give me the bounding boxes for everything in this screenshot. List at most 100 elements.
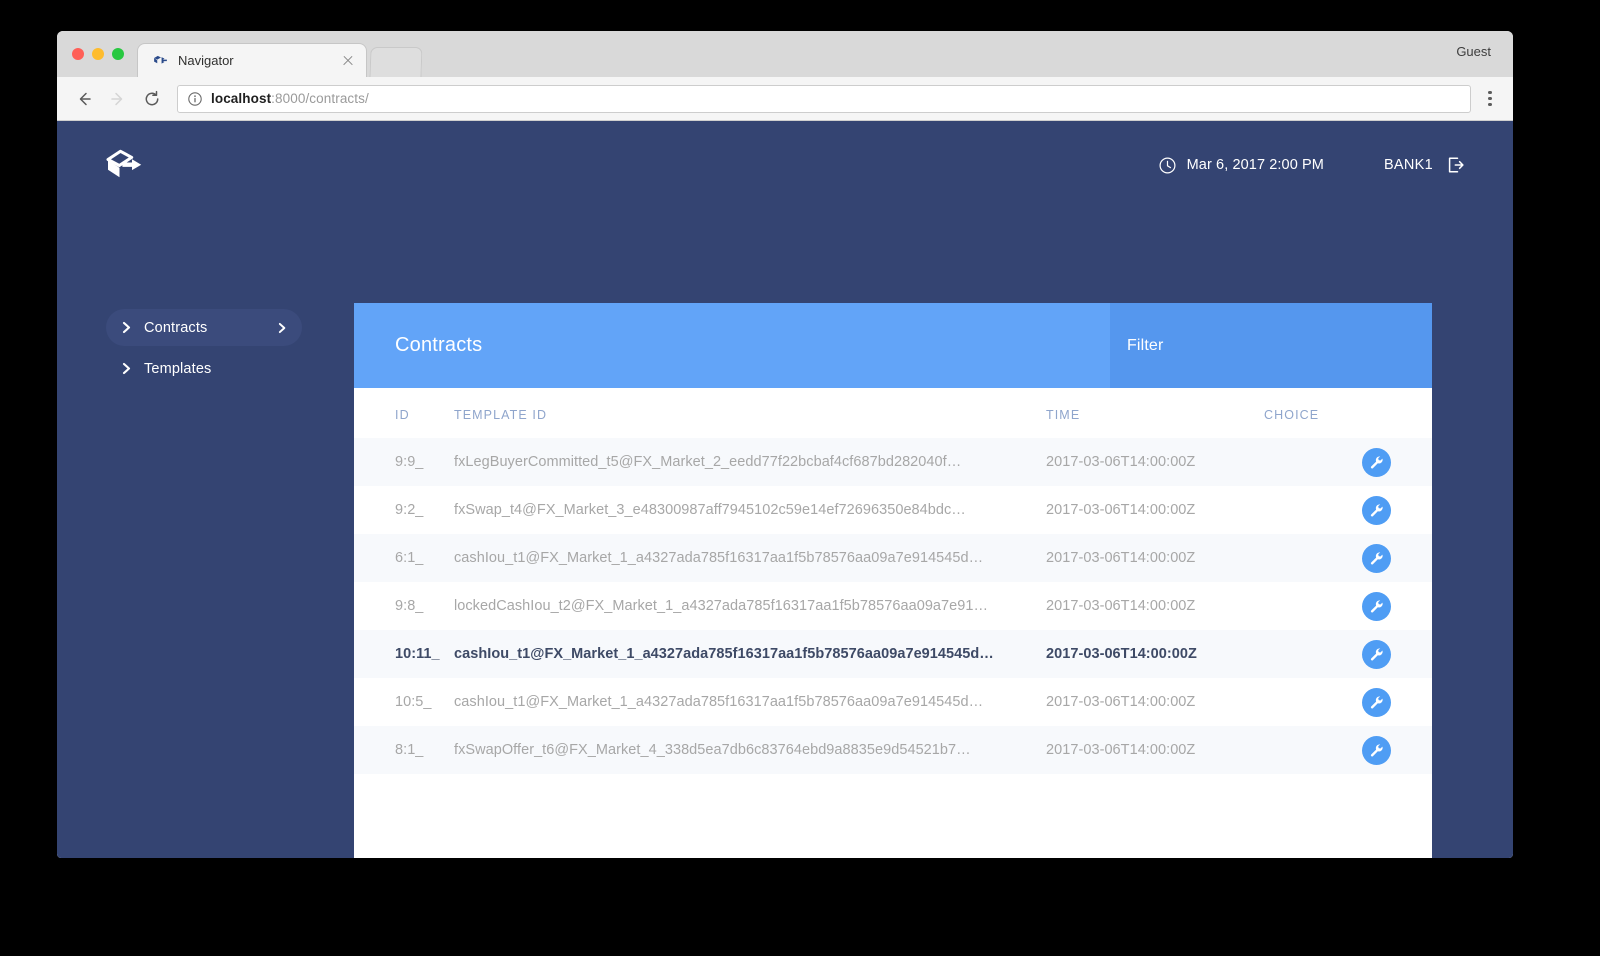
choice-button[interactable] bbox=[1362, 591, 1391, 621]
cell-contract-id: 9:9_ bbox=[395, 454, 424, 470]
cell-time: 2017-03-06T14:00:00Z bbox=[1046, 502, 1196, 518]
table-row[interactable]: 10:11_ cashIou_t1@FX_Market_1_a4327ada785… bbox=[354, 630, 1432, 678]
chevron-right-trailing-icon bbox=[278, 322, 286, 333]
cell-time: 2017-03-06T14:00:00Z bbox=[1046, 646, 1197, 662]
contracts-table: ID TEMPLATE ID TIME CHOICE 9:9_ fxLegBuye… bbox=[354, 388, 1432, 774]
cell-choice bbox=[1264, 438, 1432, 486]
table-row[interactable]: 9:2_ fxSwap_t4@FX_Market_3_e48300987aff79… bbox=[354, 486, 1432, 534]
choice-button[interactable] bbox=[1362, 447, 1391, 477]
sidebar-item-label: Contracts bbox=[144, 319, 208, 336]
screen: Navigator Guest localhost:8000/contracts… bbox=[0, 0, 1600, 956]
choice-button[interactable] bbox=[1362, 495, 1391, 525]
cell-template-id: fxSwapOffer_t6@FX_Market_4_338d5ea7db6c8… bbox=[454, 742, 971, 758]
cell-time: 2017-03-06T14:00:00Z bbox=[1046, 454, 1196, 470]
address-bar-url: localhost:8000/contracts/ bbox=[211, 91, 369, 106]
wrench-icon bbox=[1370, 503, 1383, 517]
cell-time: 2017-03-06T14:00:00Z bbox=[1046, 742, 1196, 758]
logout-icon[interactable] bbox=[1447, 156, 1465, 174]
choice-button[interactable] bbox=[1362, 735, 1391, 765]
current-datetime: Mar 6, 2017 2:00 PM bbox=[1186, 157, 1324, 173]
cell-template-id: fxLegBuyerCommitted_t5@FX_Market_2_eedd7… bbox=[454, 454, 962, 470]
column-header-template[interactable]: TEMPLATE ID bbox=[454, 388, 1046, 438]
table-row[interactable]: 9:9_ fxLegBuyerCommitted_t5@FX_Market_2_e… bbox=[354, 438, 1432, 486]
cell-time: 2017-03-06T14:00:00Z bbox=[1046, 598, 1196, 614]
window-traffic-lights bbox=[72, 48, 124, 60]
close-window-button[interactable] bbox=[72, 48, 84, 60]
address-bar[interactable]: localhost:8000/contracts/ bbox=[177, 84, 1471, 113]
sidebar-item-label: Templates bbox=[144, 360, 212, 377]
cell-template-id: cashIou_t1@FX_Market_1_a4327ada785f16317… bbox=[454, 694, 984, 710]
browser-tab-strip: Navigator Guest bbox=[57, 31, 1513, 77]
wrench-icon bbox=[1370, 455, 1383, 469]
back-arrow-icon[interactable] bbox=[69, 84, 99, 114]
cell-time: 2017-03-06T14:00:00Z bbox=[1046, 694, 1196, 710]
cell-template-id: lockedCashIou_t2@FX_Market_1_a4327ada785… bbox=[454, 598, 989, 614]
close-icon[interactable] bbox=[340, 53, 356, 69]
table-header-row: ID TEMPLATE ID TIME CHOICE bbox=[354, 388, 1432, 438]
forward-arrow-icon[interactable] bbox=[103, 84, 133, 114]
browser-tab-navigator[interactable]: Navigator bbox=[137, 43, 367, 77]
sidebar: Contracts Templates bbox=[106, 309, 302, 391]
column-header-id[interactable]: ID bbox=[354, 388, 454, 438]
info-circle-icon[interactable] bbox=[188, 91, 202, 106]
wrench-icon bbox=[1370, 647, 1383, 661]
table-row[interactable]: 6:1_ cashIou_t1@FX_Market_1_a4327ada785f1… bbox=[354, 534, 1432, 582]
table-body: 9:9_ fxLegBuyerCommitted_t5@FX_Market_2_e… bbox=[354, 438, 1432, 774]
cell-choice bbox=[1264, 678, 1432, 726]
navigator-logo bbox=[106, 149, 142, 178]
wrench-icon bbox=[1370, 743, 1383, 757]
choice-button[interactable] bbox=[1362, 687, 1391, 717]
column-header-choice[interactable]: CHOICE bbox=[1264, 388, 1432, 438]
browser-window: Navigator Guest localhost:8000/contracts… bbox=[57, 31, 1513, 858]
cell-contract-id: 8:1_ bbox=[395, 742, 424, 758]
current-party-label: BANK1 bbox=[1383, 157, 1433, 173]
contracts-panel-header: Contracts Include archived Frozen Filter bbox=[354, 303, 1432, 388]
cell-choice bbox=[1264, 534, 1432, 582]
browser-tab-placeholder[interactable] bbox=[369, 47, 423, 77]
wrench-icon bbox=[1370, 695, 1383, 709]
table-row[interactable]: 10:5_ cashIou_t1@FX_Market_1_a4327ada785f… bbox=[354, 678, 1432, 726]
navigator-logo-icon bbox=[154, 55, 167, 64]
cell-time: 2017-03-06T14:00:00Z bbox=[1046, 550, 1196, 566]
url-path: :8000/contracts/ bbox=[271, 91, 369, 106]
wrench-icon bbox=[1370, 551, 1383, 565]
cell-choice bbox=[1264, 726, 1432, 774]
cell-template-id: cashIou_t1@FX_Market_1_a4327ada785f16317… bbox=[454, 646, 994, 662]
header-status-group: Mar 6, 2017 2:00 PM BANK1 bbox=[1159, 156, 1465, 174]
sidebar-item-templates[interactable]: Templates bbox=[106, 350, 302, 387]
cell-contract-id: 6:1_ bbox=[395, 550, 424, 566]
column-header-time[interactable]: TIME bbox=[1046, 388, 1264, 438]
cell-template-id: fxSwap_t4@FX_Market_3_e48300987aff794510… bbox=[454, 502, 966, 518]
choice-button[interactable] bbox=[1362, 543, 1391, 573]
browser-toolbar: localhost:8000/contracts/ bbox=[57, 77, 1513, 121]
choice-button[interactable] bbox=[1362, 639, 1391, 669]
url-host: localhost bbox=[211, 91, 272, 106]
cell-choice bbox=[1264, 630, 1432, 678]
table-header: ID TEMPLATE ID TIME CHOICE bbox=[354, 388, 1432, 438]
cell-choice bbox=[1264, 582, 1432, 630]
table-row[interactable]: 8:1_ fxSwapOffer_t6@FX_Market_4_338d5ea7d… bbox=[354, 726, 1432, 774]
profile-guest-label[interactable]: Guest bbox=[1456, 44, 1491, 59]
maximize-window-button[interactable] bbox=[112, 48, 124, 60]
filter-pane[interactable]: Filter bbox=[1110, 303, 1432, 388]
contracts-panel: Contracts Include archived Frozen Filter bbox=[354, 303, 1432, 858]
sidebar-item-contracts[interactable]: Contracts bbox=[106, 309, 302, 346]
cell-template-id: cashIou_t1@FX_Market_1_a4327ada785f16317… bbox=[454, 550, 984, 566]
reload-icon[interactable] bbox=[137, 84, 167, 114]
chevron-right-icon bbox=[122, 321, 131, 334]
navigator-app: Mar 6, 2017 2:00 PM BANK1 Contracts Temp… bbox=[57, 121, 1513, 858]
wrench-icon bbox=[1370, 599, 1383, 613]
page-title: Contracts bbox=[395, 334, 483, 356]
minimize-window-button[interactable] bbox=[92, 48, 104, 60]
cell-contract-id: 9:8_ bbox=[395, 598, 424, 614]
kebab-menu-icon[interactable] bbox=[1479, 84, 1501, 114]
cell-contract-id: 9:2_ bbox=[395, 502, 424, 518]
browser-tab-title: Navigator bbox=[178, 53, 234, 68]
chevron-right-icon bbox=[122, 362, 131, 375]
clock-icon bbox=[1159, 156, 1176, 174]
cell-contract-id: 10:11_ bbox=[395, 646, 440, 662]
app-header: Mar 6, 2017 2:00 PM BANK1 bbox=[57, 121, 1513, 229]
filter-label: Filter bbox=[1127, 336, 1164, 354]
table-row[interactable]: 9:8_ lockedCashIou_t2@FX_Market_1_a4327ad… bbox=[354, 582, 1432, 630]
cell-choice bbox=[1264, 486, 1432, 534]
